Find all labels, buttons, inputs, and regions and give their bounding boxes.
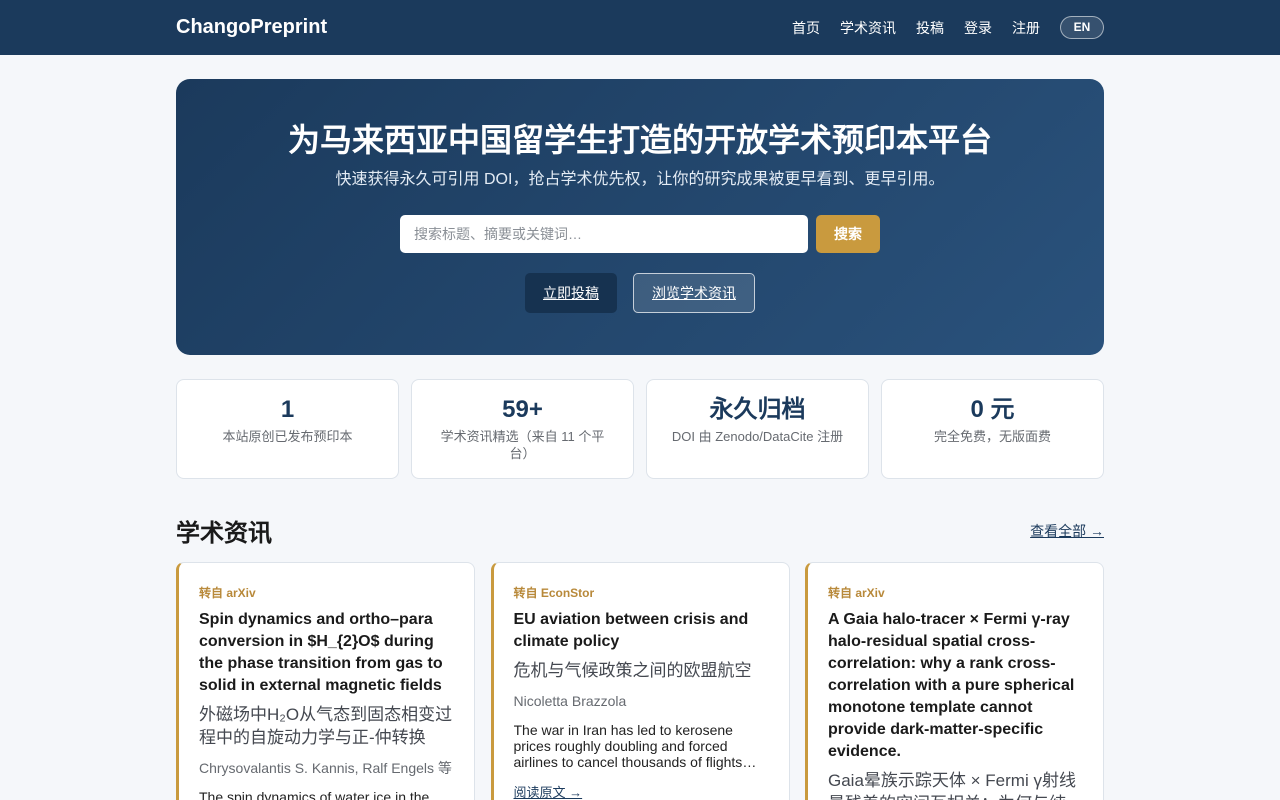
news-card[interactable]: 转自 arXiv Spin dynamics and ortho–para co… bbox=[176, 562, 475, 800]
hero-subtitle: 快速获得永久可引用 DOI，抢占学术优先权，让你的研究成果被更早看到、更早引用。 bbox=[335, 171, 945, 188]
news-source: 转自 EconStor bbox=[513, 586, 595, 600]
main-content: 为马来西亚中国留学生打造的开放学术预印本平台 快速获得永久可引用 DOI，抢占学… bbox=[176, 79, 1104, 800]
search-bar: 搜索 bbox=[176, 215, 1104, 253]
main-nav: 首页 学术资讯 投稿 登录 注册 EN bbox=[772, 16, 1104, 39]
search-input[interactable] bbox=[400, 215, 808, 253]
news-card-list: 转自 arXiv Spin dynamics and ortho–para co… bbox=[176, 562, 1104, 800]
news-title[interactable]: A Gaia halo-tracer × Fermi γ-ray halo-re… bbox=[828, 609, 1083, 763]
nav-news[interactable]: 学术资讯 bbox=[840, 18, 896, 38]
news-title[interactable]: EU aviation between crisis and climate p… bbox=[514, 609, 769, 653]
nav-submit[interactable]: 投稿 bbox=[916, 18, 944, 38]
nav-login[interactable]: 登录 bbox=[964, 18, 992, 38]
nav-home[interactable]: 首页 bbox=[792, 18, 820, 38]
news-authors: Chrysovalantis S. Kannis, Ralf Engels 等 bbox=[199, 760, 452, 776]
hero-title: 为马来西亚中国留学生打造的开放学术预印本平台 bbox=[287, 122, 992, 158]
stat-label: DOI 由 Zenodo/DataCite 注册 bbox=[671, 429, 844, 444]
stat-card-free: 0 元 完全免费，无版面费 bbox=[881, 379, 1104, 479]
stat-label: 学术资讯精选（来自 11 个平台） bbox=[440, 429, 605, 461]
news-title[interactable]: Spin dynamics and ortho–para conversion … bbox=[199, 609, 454, 697]
top-navbar: ChangoPreprint 首页 学术资讯 投稿 登录 注册 EN bbox=[0, 0, 1280, 55]
stat-value: 59+ bbox=[502, 396, 543, 423]
hero-actions: 立即投稿 浏览学术资讯 bbox=[176, 273, 1104, 313]
news-source: 转自 arXiv bbox=[828, 586, 885, 600]
brand-logo[interactable]: ChangoPreprint bbox=[176, 16, 327, 39]
stat-value: 1 bbox=[280, 396, 295, 423]
news-section-header: 学术资讯 查看全部 → bbox=[176, 513, 1104, 548]
news-card[interactable]: 转自 arXiv A Gaia halo-tracer × Fermi γ-ra… bbox=[805, 562, 1104, 800]
stat-value: 永久归档 bbox=[709, 396, 806, 423]
news-title-zh: 外磁场中H₂O从气态到固态相变过程中的自旋动力学与正-仲转换 bbox=[199, 705, 453, 747]
nav-register[interactable]: 注册 bbox=[1012, 18, 1040, 38]
stat-label: 本站原创已发布预印本 bbox=[222, 429, 353, 444]
language-toggle-button[interactable]: EN bbox=[1060, 16, 1104, 39]
news-abstract: The war in Iran has led to kerosene pric… bbox=[513, 722, 743, 770]
news-section-title: 学术资讯 bbox=[176, 520, 272, 547]
stat-card-news: 59+ 学术资讯精选（来自 11 个平台） bbox=[411, 379, 634, 479]
stat-label: 完全免费，无版面费 bbox=[933, 429, 1051, 444]
stat-value: 0 元 bbox=[970, 396, 1015, 423]
news-abstract: The spin dynamics of water ice in the bbox=[199, 789, 430, 800]
view-all-link[interactable]: 查看全部 → bbox=[1030, 521, 1104, 541]
news-authors: Nicoletta Brazzola bbox=[513, 693, 627, 709]
news-source: 转自 arXiv bbox=[199, 586, 256, 600]
stat-card-archive: 永久归档 DOI 由 Zenodo/DataCite 注册 bbox=[646, 379, 869, 479]
stats-row: 1 本站原创已发布预印本 59+ 学术资讯精选（来自 11 个平台） 永久归档 … bbox=[176, 379, 1104, 479]
news-title-zh: Gaia晕族示踪天体 × Fermi γ射线晕残差的空间互相关：为何与纯 bbox=[828, 771, 1076, 800]
stat-card-preprints: 1 本站原创已发布预印本 bbox=[176, 379, 399, 479]
news-title-zh: 危机与气候政策之间的欧盟航空 bbox=[513, 661, 752, 680]
news-card[interactable]: 转自 EconStor EU aviation between crisis a… bbox=[490, 562, 790, 800]
submit-now-button[interactable]: 立即投稿 bbox=[525, 273, 617, 313]
hero-banner: 为马来西亚中国留学生打造的开放学术预印本平台 快速获得永久可引用 DOI，抢占学… bbox=[176, 79, 1104, 355]
browse-news-button[interactable]: 浏览学术资讯 bbox=[633, 273, 755, 313]
search-button[interactable]: 搜索 bbox=[816, 215, 880, 253]
read-original-link[interactable]: 阅读原文 → bbox=[514, 782, 583, 800]
